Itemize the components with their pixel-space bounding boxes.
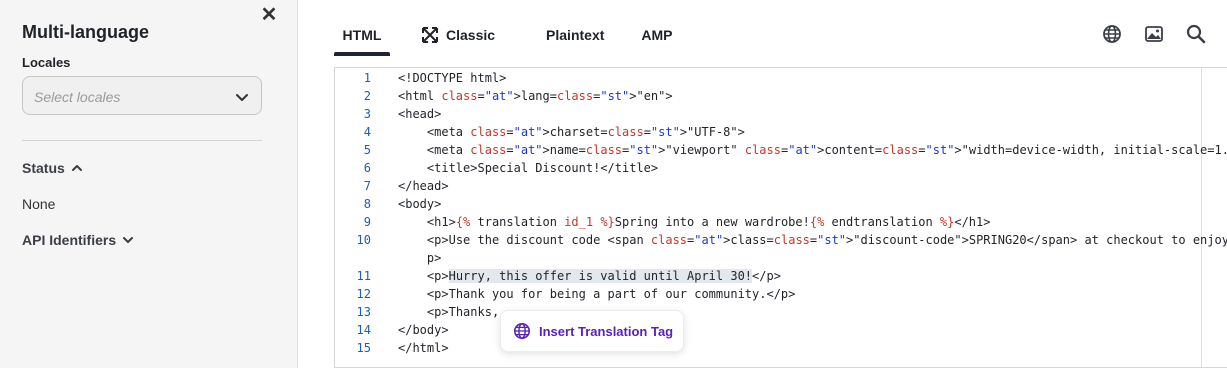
tab-amp[interactable]: AMP [641,22,672,54]
api-identifiers-toggle[interactable]: API Identifiers [22,232,134,248]
tab-plaintext-label: Plaintext [546,27,605,43]
tab-plaintext[interactable]: Plaintext [546,22,604,54]
tab-amp-label: AMP [641,27,673,43]
code-text: <meta class="at">name=class="st">"viewpo… [426,143,1227,157]
tab-classic-label: Classic [446,27,496,43]
line-number: 10 [356,233,371,247]
line-number: 14 [356,323,371,337]
code-text: <p>Thanks, [426,305,500,319]
line-number: 1 [363,71,371,85]
line-number: 9 [363,215,371,229]
code-text: <body> [398,197,442,211]
code-text: <!DOCTYPE html> [398,71,507,85]
editor-tabs: HTML Classic Plaintext AMP [334,22,673,56]
tab-classic[interactable]: Classic [422,22,495,54]
chevron-up-icon [71,165,82,171]
globe-icon[interactable] [1102,24,1122,44]
expand-arrows-icon [422,27,438,43]
locales-placeholder: Select locales [34,89,121,105]
status-section-toggle[interactable]: Status [22,160,83,176]
sidebar-divider [22,140,262,141]
code-editor[interactable]: 1 <!DOCTYPE html> 2 <html class="at">lang=c… [334,67,1227,368]
insert-translation-tag-button[interactable]: Insert Translation Tag [500,310,684,352]
image-icon[interactable] [1144,24,1164,44]
line-number: 12 [356,287,371,301]
line-number: 13 [356,305,371,319]
line-number: 6 [363,161,371,175]
sidebar-title: Multi-language [22,22,149,42]
status-label: Status [22,160,65,176]
code-text: <title>Special Discount!</title> [426,161,659,175]
code-text: </html> [398,341,449,355]
api-identifiers-label: API Identifiers [22,232,117,248]
close-icon[interactable]: ✕ [260,5,278,25]
chevron-down-icon [123,237,134,243]
code-text: </head> [398,179,449,193]
code-text: <meta class="at">charset=class="st">"UTF… [426,125,745,139]
locales-select[interactable]: Select locales [22,76,262,115]
code-text: <p>Thank you for being a part of our com… [426,287,796,301]
code-text: <html class="at">lang=class="st">"en"> [398,89,673,103]
chevron-down-icon [236,94,248,101]
code-text: p> [398,251,442,265]
globe-icon [513,322,531,340]
code-text: <p>Use the discount code <span class="at… [426,233,1227,247]
code-text: <p>Hurry, this offer is valid until Apri… [426,269,781,283]
line-number: 15 [356,341,371,355]
selected-text: Hurry, this offer is valid until April 3… [448,269,753,283]
line-number: 11 [356,269,371,283]
status-value: None [22,196,56,212]
code-text: </body> [398,323,449,337]
editor-scrollbar-track[interactable] [1201,68,1202,367]
line-number: 7 [363,179,371,193]
line-number: 2 [363,89,371,103]
insert-translation-tag-label: Insert Translation Tag [539,323,674,339]
locales-label: Locales [22,55,71,70]
line-number: 4 [363,125,371,139]
code-text: <head> [398,107,442,121]
line-number: 8 [363,197,371,211]
multi-language-sidebar: ✕ Multi-language Locales Select locales … [0,0,298,368]
tab-html[interactable]: HTML [334,22,390,56]
code-text: <h1>{% translation id_1 %}Spring into a … [426,215,991,229]
line-number: 3 [363,107,371,121]
search-icon[interactable] [1186,24,1206,44]
tab-html-label: HTML [342,27,382,43]
line-number: 5 [363,143,371,157]
